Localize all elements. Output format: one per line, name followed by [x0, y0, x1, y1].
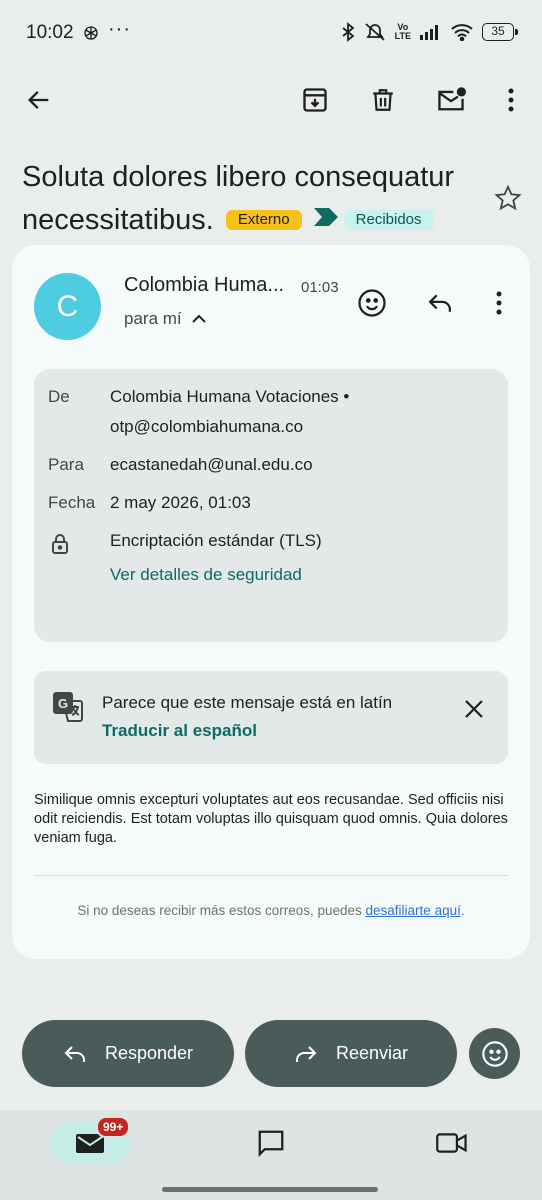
translate-link[interactable]: Traducir al español — [102, 721, 257, 741]
video-camera-icon — [436, 1133, 467, 1153]
date-label: Fecha — [48, 493, 96, 512]
wifi-icon — [451, 23, 473, 41]
home-indicator[interactable] — [162, 1187, 378, 1192]
archive-icon — [303, 88, 327, 112]
security-details-link[interactable]: Ver detalles de seguridad — [110, 565, 302, 585]
forward-icon — [295, 1045, 317, 1062]
unsubscribe-suffix: . — [460, 903, 465, 918]
trash-icon — [373, 89, 393, 111]
close-icon — [465, 700, 483, 718]
reply-action-button[interactable]: Responder — [22, 1020, 234, 1087]
sender-name[interactable]: Colombia Huma... — [124, 274, 284, 297]
translate-notice: Parece que este mensaje está en latín — [102, 693, 393, 712]
svg-text:G: G — [58, 696, 68, 711]
label-inbox[interactable]: Recibidos — [343, 210, 434, 230]
email-subject: Soluta dolores libero consequatur necess… — [22, 156, 482, 242]
chevron-up-icon — [191, 314, 206, 323]
mark-unread-icon — [438, 87, 466, 111]
label-external: Externo — [225, 210, 302, 230]
chatgpt-notification-icon — [82, 24, 100, 42]
bluetooth-icon — [341, 22, 355, 42]
reply-icon — [64, 1045, 85, 1062]
more-vert-icon — [508, 88, 514, 112]
status-icons: Vo LTE 35 — [341, 22, 518, 42]
reply-icon — [428, 294, 451, 312]
star-icon — [494, 184, 522, 211]
translate-banner: G Parece que este mensaje está en latín … — [34, 671, 508, 764]
message-time: 01:03 — [301, 279, 339, 296]
recipients-toggle[interactable]: para mí — [124, 309, 206, 329]
forward-label: Reenviar — [335, 1043, 409, 1063]
emoji-reaction-action-button[interactable] — [469, 1028, 520, 1079]
nav-meet[interactable] — [412, 1122, 492, 1164]
message-more-button[interactable] — [479, 283, 519, 323]
to-value[interactable]: ecastanedah@unal.edu.co — [110, 455, 313, 475]
archive-button[interactable] — [291, 76, 339, 124]
message-body: Similique omnis excepturi voluptates aut… — [34, 792, 508, 846]
smiley-icon — [358, 289, 386, 317]
unsubscribe-footer: Si no deseas recibir más estos correos, … — [12, 903, 530, 918]
dismiss-translate-button[interactable] — [454, 689, 494, 729]
mark-unread-button[interactable] — [427, 76, 475, 124]
smiley-icon — [481, 1040, 508, 1067]
status-time: 10:02 — [26, 22, 74, 43]
silent-mode-icon — [364, 22, 386, 42]
reply-label: Responder — [104, 1043, 194, 1063]
unsubscribe-text: Si no deseas recibir más estos correos, … — [77, 903, 366, 918]
signal-icon — [420, 24, 442, 40]
forward-action-button[interactable]: Reenviar — [245, 1020, 457, 1087]
chat-icon — [258, 1130, 284, 1157]
unsubscribe-link[interactable]: desafiliarte aquí — [366, 903, 461, 918]
from-label: De — [48, 387, 70, 406]
translate-icon: G — [52, 691, 84, 723]
more-vert-icon — [496, 291, 502, 315]
arrow-back-icon — [28, 91, 49, 109]
nav-mail[interactable]: 99+ — [50, 1116, 131, 1164]
star-button[interactable] — [490, 180, 526, 216]
recipients-label: para mí — [124, 309, 182, 328]
to-label: Para — [48, 455, 84, 474]
more-options-button[interactable] — [487, 76, 535, 124]
volte-indicator: Vo LTE — [394, 22, 411, 41]
more-notifications-icon: ··· — [108, 18, 131, 40]
nav-chat[interactable] — [231, 1122, 311, 1164]
importance-marker-icon[interactable] — [313, 208, 338, 226]
status-bar: 10:02 ··· Vo LTE 35 — [0, 0, 542, 66]
reply-button[interactable] — [420, 283, 460, 323]
emoji-reaction-button[interactable] — [352, 283, 392, 323]
from-email[interactable]: otp@colombiahumana.co — [110, 417, 303, 437]
unread-badge: 99+ — [96, 1116, 131, 1138]
message-card: C Colombia Huma... 01:03 para mí De Colo… — [12, 245, 530, 959]
delete-button[interactable] — [359, 76, 407, 124]
from-name: Colombia Humana Votaciones • — [110, 387, 350, 406]
avatar[interactable]: C — [34, 273, 101, 340]
encryption-value: Encriptación estándar (TLS) — [110, 531, 322, 550]
battery-indicator: 35 — [482, 23, 518, 41]
message-details: De Colombia Humana Votaciones • otp@colo… — [34, 369, 508, 642]
divider — [34, 875, 508, 876]
date-value: 2 may 2026, 01:03 — [110, 493, 251, 512]
lock-icon — [50, 532, 70, 556]
back-button[interactable] — [15, 76, 63, 124]
toolbar — [0, 76, 542, 126]
